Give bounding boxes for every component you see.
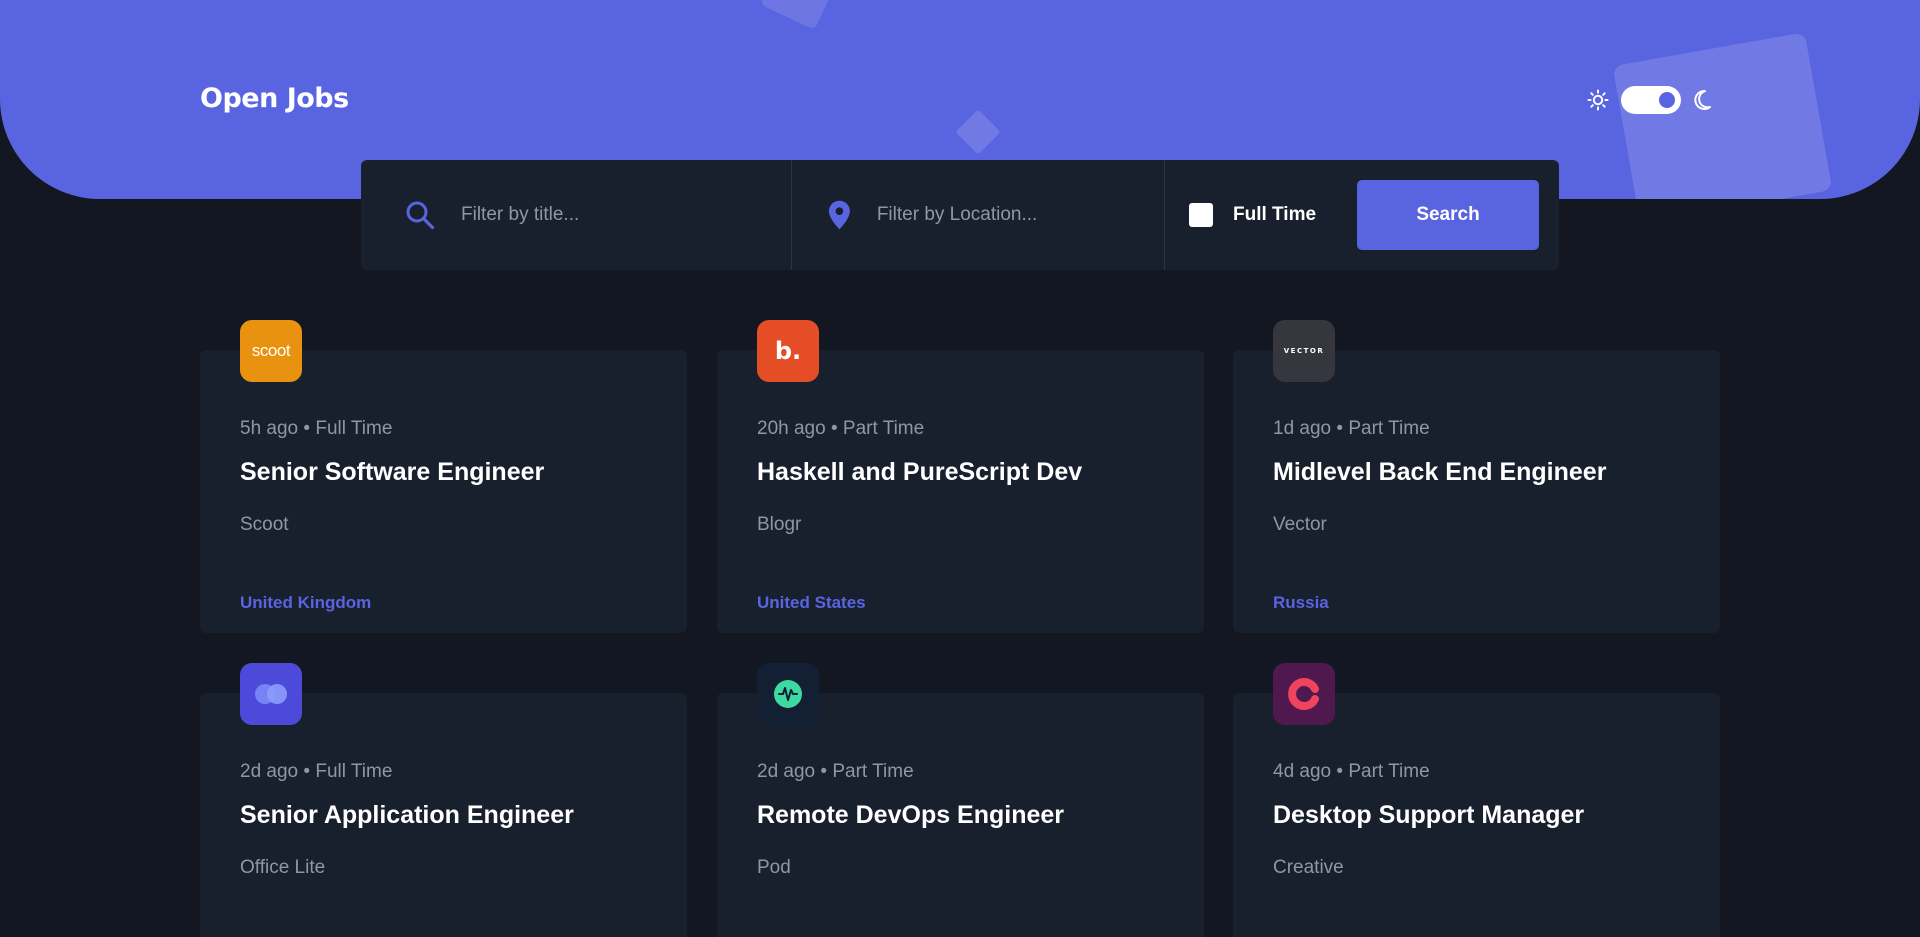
scoot-logo-text: scoot bbox=[251, 341, 291, 360]
job-meta: 1d ago • Part Time bbox=[1273, 418, 1430, 440]
contract-type: Full Time bbox=[315, 761, 393, 782]
job-card[interactable]: 2d ago • Full Time Senior Application En… bbox=[200, 663, 687, 937]
job-title[interactable]: Midlevel Back End Engineer bbox=[1273, 458, 1606, 487]
job-meta: 20h ago • Part Time bbox=[757, 418, 924, 440]
company-logo bbox=[240, 663, 302, 725]
theme-toggle[interactable] bbox=[1621, 86, 1681, 114]
job-card[interactable]: VECTOR 1d ago • Part Time Midlevel Back … bbox=[1233, 320, 1720, 633]
company-name: Office Lite bbox=[240, 857, 326, 878]
company-logo: b. bbox=[757, 320, 819, 382]
contract-type: Part Time bbox=[1348, 418, 1430, 439]
job-title[interactable]: Senior Software Engineer bbox=[240, 458, 544, 487]
job-card[interactable]: scoot 5h ago • Full Time Senior Software… bbox=[200, 320, 687, 633]
job-location: Russia bbox=[1273, 593, 1329, 612]
office-lite-logo-icon bbox=[255, 684, 287, 704]
company-logo: scoot bbox=[240, 320, 302, 382]
job-meta: 2d ago • Full Time bbox=[240, 761, 392, 783]
posted-time: 5h ago bbox=[240, 418, 299, 439]
location-filter bbox=[792, 160, 1165, 270]
posted-time: 2d ago bbox=[240, 761, 299, 782]
posted-time: 20h ago bbox=[757, 418, 826, 439]
page: Open Jobs Filter by title... Filter by L… bbox=[0, 0, 1920, 937]
decorative-shape bbox=[955, 109, 1001, 155]
job-card[interactable]: 2d ago • Part Time Remote DevOps Enginee… bbox=[717, 663, 1204, 937]
toggle-knob bbox=[1659, 92, 1675, 108]
blogr-logo-text: b. bbox=[774, 337, 802, 365]
job-title[interactable]: Senior Application Engineer bbox=[240, 801, 574, 830]
sun-icon bbox=[1587, 89, 1609, 111]
meta-separator: • bbox=[830, 418, 838, 439]
brand-title[interactable]: Open Jobs bbox=[200, 83, 349, 114]
full-time-filter: Full Time Search bbox=[1165, 160, 1559, 270]
job-title[interactable]: Remote DevOps Engineer bbox=[757, 801, 1064, 830]
job-meta: 4d ago • Part Time bbox=[1273, 761, 1430, 783]
search-button[interactable]: Search bbox=[1357, 180, 1539, 250]
title-filter bbox=[361, 160, 792, 270]
company-name: Pod bbox=[757, 857, 791, 878]
filter-bar: Full Time Search bbox=[361, 160, 1559, 270]
creative-logo-icon bbox=[1288, 678, 1319, 710]
contract-type: Full Time bbox=[315, 418, 393, 439]
company-name: Creative bbox=[1273, 857, 1344, 878]
job-location: United Kingdom bbox=[240, 593, 372, 612]
pod-logo-icon bbox=[774, 680, 802, 708]
posted-time: 4d ago bbox=[1273, 761, 1332, 782]
meta-separator: • bbox=[1336, 761, 1344, 782]
posted-time: 2d ago bbox=[757, 761, 816, 782]
job-title[interactable]: Desktop Support Manager bbox=[1273, 801, 1584, 830]
contract-type: Part Time bbox=[1348, 761, 1430, 782]
location-pin-icon bbox=[828, 200, 850, 230]
full-time-label[interactable]: Full Time bbox=[1233, 204, 1316, 226]
theme-switch bbox=[1587, 86, 1713, 114]
job-card[interactable]: 4d ago • Part Time Desktop Support Manag… bbox=[1233, 663, 1720, 937]
job-location: United States bbox=[757, 593, 866, 612]
decorative-shape bbox=[760, 0, 840, 30]
job-title[interactable]: Haskell and PureScript Dev bbox=[757, 458, 1082, 487]
contract-type: Part Time bbox=[832, 761, 914, 782]
meta-separator: • bbox=[303, 761, 311, 782]
posted-time: 1d ago bbox=[1273, 418, 1332, 439]
decorative-shape bbox=[1612, 32, 1833, 199]
company-logo bbox=[757, 663, 819, 725]
title-filter-input[interactable] bbox=[459, 203, 763, 227]
job-meta: 2d ago • Part Time bbox=[757, 761, 914, 783]
vector-logo-text: VECTOR bbox=[1283, 347, 1325, 355]
company-logo: VECTOR bbox=[1273, 320, 1335, 382]
company-name: Scoot bbox=[240, 514, 289, 535]
meta-separator: • bbox=[1336, 418, 1344, 439]
company-name: Blogr bbox=[757, 514, 802, 535]
job-meta: 5h ago • Full Time bbox=[240, 418, 392, 440]
contract-type: Part Time bbox=[842, 418, 925, 439]
meta-separator: • bbox=[820, 761, 828, 782]
job-card[interactable]: b. 20h ago • Part Time Haskell and PureS… bbox=[717, 320, 1204, 633]
company-name: Vector bbox=[1273, 514, 1327, 535]
meta-separator: • bbox=[303, 418, 311, 439]
full-time-checkbox[interactable] bbox=[1189, 203, 1213, 227]
moon-icon bbox=[1694, 89, 1711, 110]
company-logo bbox=[1273, 663, 1335, 725]
search-icon bbox=[406, 201, 435, 230]
location-filter-input[interactable] bbox=[874, 203, 1164, 227]
